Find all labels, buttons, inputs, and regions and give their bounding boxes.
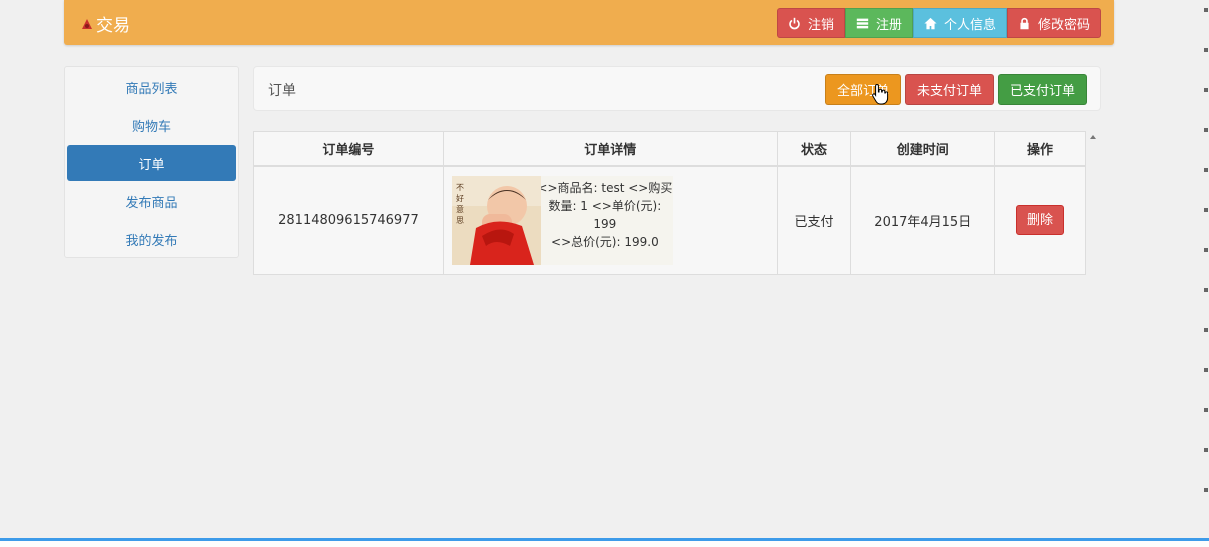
sidebar-item-publish[interactable]: 发布商品: [67, 183, 236, 219]
detail-line: <>商品名: test <>购买: [537, 180, 673, 195]
logout-button[interactable]: 注销: [776, 8, 845, 38]
unpaid-orders-button[interactable]: 未支付订单: [904, 74, 994, 105]
sidebar-item-my-published[interactable]: 我的发布: [67, 221, 236, 257]
order-detail-cell: 不 好 意 思 <>商品名: test <>购买 数量: 1 <>单价(元): …: [442, 165, 778, 275]
paid-orders-button[interactable]: 已支付订单: [997, 74, 1087, 105]
logout-label: 注销: [807, 17, 834, 33]
top-navbar: 交易 注销 注册 个人信息 修改密码: [64, 0, 1114, 45]
home-icon: [924, 17, 937, 29]
nav-button-group: 注销 注册 个人信息 修改密码: [776, 8, 1101, 38]
brand-logo-icon: [82, 18, 92, 29]
sidebar: 商品列表 购物车 订单 发布商品 我的发布: [64, 66, 239, 258]
product-thumbnail: 不 好 意 思: [451, 175, 541, 265]
col-status: 状态: [776, 131, 852, 167]
svg-text:好: 好: [456, 193, 464, 203]
sidebar-item-label: 购物车: [131, 119, 171, 135]
delete-order-button[interactable]: 删除: [1016, 205, 1065, 236]
panel-title: 订单: [268, 83, 296, 99]
table-header-row: 订单编号 订单详情 状态 创建时间 操作: [253, 131, 1086, 167]
col-action: 操作: [994, 131, 1086, 167]
product-image: 不 好 意 思: [451, 175, 541, 265]
change-password-label: 修改密码: [1037, 17, 1090, 33]
lock-icon: [1020, 17, 1029, 29]
register-label: 注册: [875, 17, 902, 33]
table-row: 28114809615746977 不 好 意 思 <>商品名: test <>…: [253, 165, 1086, 275]
all-orders-button[interactable]: 全部订单: [824, 74, 901, 105]
detail-line: 数量: 1 <>单价(元): 199: [548, 198, 662, 231]
power-icon: [789, 17, 800, 29]
svg-text:意: 意: [456, 204, 464, 214]
register-button[interactable]: 注册: [844, 8, 913, 38]
order-status: 已支付: [776, 165, 852, 275]
hand-cursor-icon: [872, 83, 889, 105]
bottom-status-bar: [0, 538, 1209, 547]
sidebar-item-label: 商品列表: [125, 81, 178, 97]
change-password-button[interactable]: 修改密码: [1006, 8, 1101, 38]
svg-text:思: 思: [456, 216, 464, 225]
order-action-cell: 删除: [994, 165, 1086, 275]
image-caption-text: 不: [456, 183, 464, 192]
col-order-no: 订单编号: [253, 131, 444, 167]
order-number: 28114809615746977: [253, 165, 444, 275]
scroll-up-arrow-icon[interactable]: [1090, 135, 1096, 139]
detail-line: <>总价(元): 199.0: [551, 234, 659, 249]
sidebar-item-label: 订单: [138, 157, 165, 173]
sidebar-item-products[interactable]: 商品列表: [67, 69, 236, 105]
sidebar-item-orders[interactable]: 订单: [67, 145, 236, 181]
order-detail-text: <>商品名: test <>购买 数量: 1 <>单价(元): 199 <>总价…: [536, 175, 673, 265]
order-created-date: 2017年4月15日: [850, 165, 996, 275]
col-order-detail: 订单详情: [442, 131, 778, 167]
sidebar-item-label: 我的发布: [125, 233, 178, 249]
right-edge-scrollbar[interactable]: [1203, 0, 1209, 547]
sidebar-item-cart[interactable]: 购物车: [67, 107, 236, 143]
brand-title: 交易: [96, 16, 130, 36]
orders-table: 订单编号 订单详情 状态 创建时间 操作 28114809615746977 不…: [253, 131, 1086, 275]
col-created: 创建时间: [850, 131, 996, 167]
brand[interactable]: 交易: [80, 11, 130, 36]
orders-panel-header: 订单 全部订单 未支付订单 已支付订单: [253, 66, 1101, 111]
profile-button[interactable]: 个人信息: [912, 8, 1007, 38]
list-icon: [856, 18, 869, 28]
sidebar-item-label: 发布商品: [125, 195, 178, 211]
order-filter-group: 全部订单 未支付订单 已支付订单: [821, 74, 1087, 105]
profile-label: 个人信息: [943, 17, 996, 33]
